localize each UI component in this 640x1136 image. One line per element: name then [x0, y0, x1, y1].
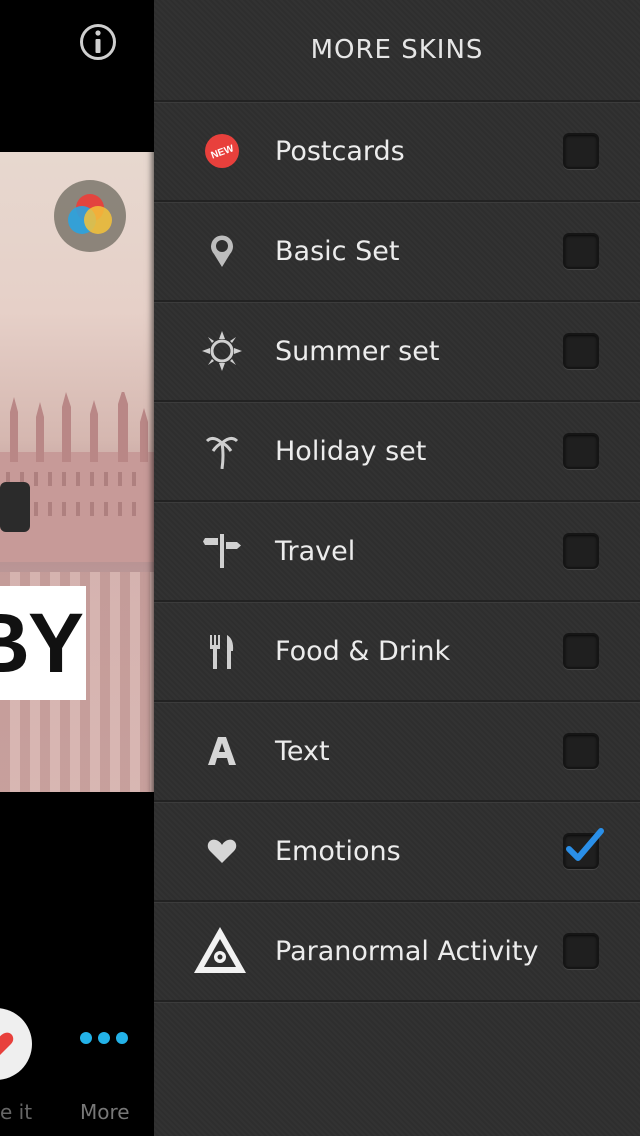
- postcards-checkbox[interactable]: [563, 133, 599, 169]
- menu-item-label: Food & Drink: [275, 635, 451, 667]
- more-label[interactable]: More: [80, 1100, 130, 1124]
- menu-item-basic-set[interactable]: Basic Set: [154, 202, 640, 302]
- menu-item-label: Text: [275, 735, 330, 767]
- menu-item-label: Travel: [275, 535, 356, 567]
- like-button[interactable]: [0, 1008, 32, 1080]
- menu-item-label: Basic Set: [275, 235, 400, 267]
- palace-silhouette: [0, 392, 154, 562]
- info-button[interactable]: [80, 24, 116, 60]
- heart-icon: [198, 827, 246, 875]
- menu-header: MORE SKINS: [154, 0, 640, 102]
- sun-icon: [198, 327, 246, 375]
- overlay-text: BY: [0, 595, 84, 690]
- menu-item-emotions[interactable]: Emotions: [154, 802, 640, 902]
- menu-item-travel[interactable]: Travel: [154, 502, 640, 602]
- menu-item-holiday-set[interactable]: Holiday set: [154, 402, 640, 502]
- skins-menu-panel: MORE SKINS NEW Postcards Basic Set Summe…: [154, 0, 640, 1136]
- fork-knife-icon: [198, 627, 246, 675]
- menu-item-food-drink[interactable]: Food & Drink: [154, 602, 640, 702]
- menu-item-summer-set[interactable]: Summer set: [154, 302, 640, 402]
- menu-item-label: Postcards: [275, 135, 405, 167]
- more-icon[interactable]: [80, 1032, 128, 1044]
- info-circle-icon: [95, 30, 101, 53]
- new-badge-icon: NEW: [198, 127, 246, 175]
- holiday-set-checkbox[interactable]: [563, 433, 599, 469]
- menu-title: MORE SKINS: [310, 35, 484, 65]
- checkmark-icon: [566, 828, 604, 861]
- travel-checkbox[interactable]: [563, 533, 599, 569]
- filter-button[interactable]: [54, 180, 126, 252]
- photo-preview: BY: [0, 152, 154, 792]
- heart-icon: [0, 1032, 14, 1055]
- menu-item-label: Paranormal Activity: [275, 935, 539, 967]
- menu-item-label: Holiday set: [275, 435, 427, 467]
- triangle-eye-icon: [192, 923, 248, 979]
- menu-item-text[interactable]: Text: [154, 702, 640, 802]
- color-filter-icon: [68, 194, 112, 234]
- summer-set-checkbox[interactable]: [563, 333, 599, 369]
- food-drink-checkbox[interactable]: [563, 633, 599, 669]
- menu-item-postcards[interactable]: NEW Postcards: [154, 102, 640, 202]
- text-overlay-card: BY: [0, 586, 86, 700]
- menu-item-paranormal-activity[interactable]: Paranormal Activity: [154, 902, 640, 1002]
- basic-set-checkbox[interactable]: [563, 233, 599, 269]
- menu-item-label: Emotions: [275, 835, 401, 867]
- emotions-checkbox[interactable]: [563, 828, 604, 869]
- menu-item-label: Summer set: [275, 335, 440, 367]
- signpost-icon: [198, 527, 246, 575]
- like-label: e it: [0, 1100, 33, 1124]
- paranormal-activity-checkbox[interactable]: [563, 933, 599, 969]
- map-pin-icon: [198, 227, 246, 275]
- palm-tree-icon: [198, 427, 246, 475]
- letter-a-icon: [198, 727, 246, 775]
- underlying-screen: BY e it More: [0, 0, 154, 1136]
- text-checkbox[interactable]: [563, 733, 599, 769]
